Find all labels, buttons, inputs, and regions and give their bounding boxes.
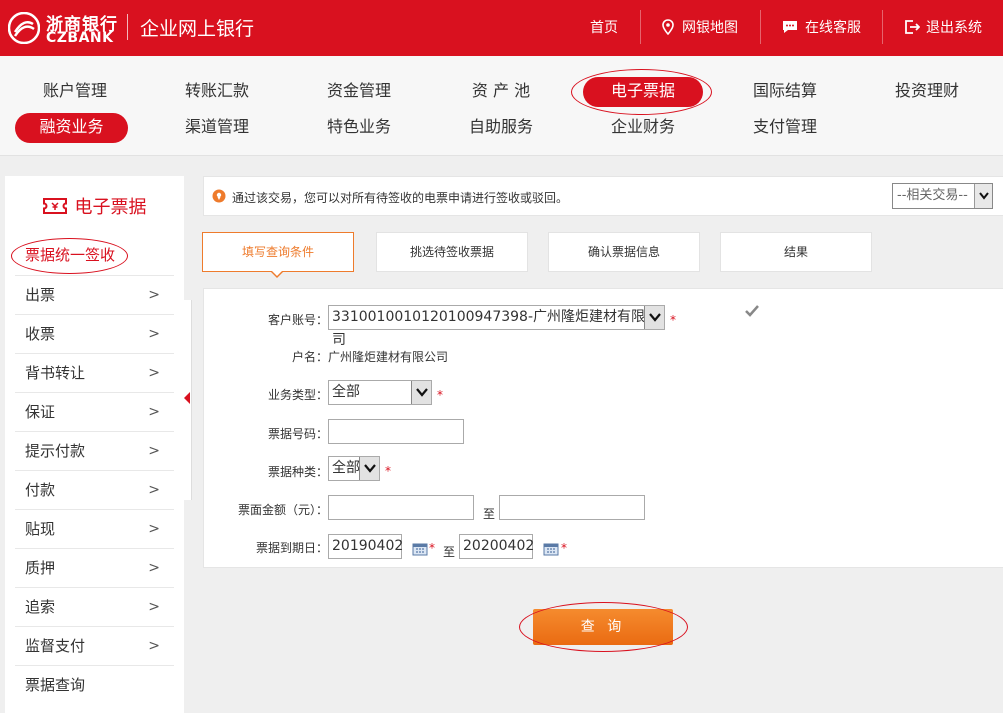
required-mark: *: [385, 464, 391, 478]
sidebar-item-pledge[interactable]: 质押 >: [15, 548, 174, 587]
due-date-label: 票据到期日：: [255, 541, 328, 555]
range-separator: 至: [483, 507, 496, 521]
chevron-down-icon: [359, 457, 379, 480]
bank-logo[interactable]: 浙商银行 CZBANK: [8, 8, 128, 48]
step-pointer-inner: [271, 270, 283, 276]
related-transactions-select[interactable]: --相关交易--: [892, 183, 993, 209]
sidebar-item-supervised-payment[interactable]: 监督支付 >: [15, 626, 174, 665]
collapse-arrow-icon[interactable]: [184, 392, 190, 404]
required-mark: *: [670, 313, 676, 327]
chevron-right-icon: >: [148, 482, 160, 498]
chevron-right-icon: >: [148, 560, 160, 576]
nav-account-management[interactable]: 账户管理: [15, 77, 135, 107]
chevron-right-icon: >: [148, 326, 160, 342]
nav-payment-management[interactable]: 支付管理: [725, 113, 845, 143]
top-separator: [640, 10, 641, 44]
sidebar-item-receive[interactable]: 收票 >: [15, 314, 174, 353]
sidebar-item-endorse[interactable]: 背书转让 >: [15, 353, 174, 392]
nav-transfer[interactable]: 转账汇款: [157, 77, 277, 107]
nav-asset-pool[interactable]: 资 产 池: [441, 77, 561, 107]
nav-international-settlement[interactable]: 国际结算: [725, 77, 845, 107]
nav-enterprise-finance[interactable]: 企业财务: [583, 113, 703, 143]
chevron-down-icon: [411, 381, 431, 404]
account-name-label: 户名：: [291, 350, 328, 364]
sidebar-item-recourse[interactable]: 追索 >: [15, 587, 174, 626]
czbank-logo-icon: [8, 12, 40, 44]
nav-fund-management[interactable]: 资金管理: [299, 77, 419, 107]
home-link[interactable]: 首页: [590, 17, 618, 37]
info-pin-icon: [212, 189, 226, 203]
nav-electronic-bill[interactable]: 电子票据: [583, 77, 703, 107]
required-mark: *: [561, 541, 567, 555]
logout-link[interactable]: 退出系统: [904, 17, 982, 37]
step-fill-query: 填写查询条件: [202, 232, 354, 272]
query-button[interactable]: 查 询: [533, 609, 673, 645]
required-mark: *: [437, 388, 443, 402]
location-pin-icon: [662, 19, 674, 35]
account-name-value: 广州隆炬建材有限公司: [328, 350, 449, 364]
logout-icon: [905, 20, 920, 34]
nav-special-business[interactable]: 特色业务: [299, 113, 419, 143]
header-bar: 浙商银行 CZBANK 企业网上银行 首页 网银地图 在线客服 退出系统: [0, 0, 1003, 56]
amount-label: 票面金额（元）：: [237, 503, 328, 517]
step-confirm-info: 确认票据信息: [548, 232, 700, 272]
chevron-right-icon: >: [148, 287, 160, 303]
nav-financing[interactable]: 融资业务: [15, 113, 128, 143]
bill-kind-select[interactable]: 全部: [328, 456, 380, 481]
range-separator: 至: [443, 545, 456, 559]
account-label: 客户账号：: [267, 313, 328, 327]
chevron-right-icon: >: [148, 443, 160, 459]
notice-text: 通过该交易，您可以对所有待签收的电票申请进行签收或驳回。: [232, 191, 569, 205]
sidebar-item-unified-sign[interactable]: 票据统一签收: [15, 236, 174, 275]
amount-from-input[interactable]: [328, 495, 474, 520]
checkmark-icon: [745, 305, 759, 317]
notice-bar: 通过该交易，您可以对所有待签收的电票申请进行签收或驳回。 --相关交易--: [203, 176, 1003, 216]
bill-number-input[interactable]: [328, 419, 464, 444]
nav-channel-management[interactable]: 渠道管理: [157, 113, 277, 143]
chevron-right-icon: >: [148, 521, 160, 537]
bill-number-label: 票据号码：: [267, 427, 328, 441]
sitemap-link[interactable]: 网银地图: [660, 17, 738, 37]
required-mark: *: [429, 541, 435, 555]
sidebar-item-issue[interactable]: 出票 >: [15, 275, 174, 314]
header-divider: [127, 14, 128, 40]
sidebar-item-guarantee[interactable]: 保证 >: [15, 392, 174, 431]
top-separator: [882, 10, 883, 44]
amount-to-input[interactable]: [499, 495, 645, 520]
chevron-right-icon: >: [148, 638, 160, 654]
business-type-label: 业务类型：: [267, 388, 328, 402]
nav-self-service[interactable]: 自助服务: [441, 113, 561, 143]
sidebar-item-payment[interactable]: 付款 >: [15, 470, 174, 509]
business-type-select[interactable]: 全部: [328, 380, 432, 405]
ticket-icon: [42, 198, 67, 214]
sidebar-item-bill-query[interactable]: 票据查询: [15, 665, 174, 704]
brand-name-en: CZBANK: [46, 30, 114, 46]
calendar-icon[interactable]: [412, 542, 428, 556]
account-select[interactable]: 3310010010120100947398-广州隆炬建材有限公司: [328, 305, 665, 348]
calendar-icon[interactable]: [543, 542, 559, 556]
sidebar-item-present-payment[interactable]: 提示付款 >: [15, 431, 174, 470]
sidebar-title: 电子票据: [74, 197, 147, 218]
top-separator: [760, 10, 761, 44]
chevron-right-icon: >: [148, 365, 160, 381]
step-select-bills: 挑选待签收票据: [376, 232, 528, 272]
app-title: 企业网上银行: [140, 18, 255, 40]
online-support-link[interactable]: 在线客服: [781, 17, 861, 37]
bill-kind-label: 票据种类：: [267, 465, 328, 479]
nav-investment[interactable]: 投资理财: [867, 77, 987, 107]
query-form: 客户账号： 3310010010120100947398-广州隆炬建材有限公司 …: [203, 288, 1003, 568]
sidebar-header: 电子票据: [5, 176, 184, 236]
chat-bubble-icon: [783, 21, 797, 33]
due-date-to-input[interactable]: 20200402: [459, 534, 534, 559]
step-result: 结果: [720, 232, 872, 272]
chevron-right-icon: >: [148, 599, 160, 615]
chevron-down-icon: [974, 184, 992, 208]
sidebar-item-discount[interactable]: 贴现 >: [15, 509, 174, 548]
chevron-right-icon: >: [148, 404, 160, 420]
due-date-from-input[interactable]: 20190402: [328, 534, 403, 559]
chevron-down-icon: [644, 306, 664, 329]
main-nav: 账户管理 转账汇款 资金管理 资 产 池 电子票据 国际结算 投资理财 融资业务…: [0, 56, 1003, 156]
sidebar: 电子票据 票据统一签收 出票 > 收票 > 背书转让 > 保证 > 提示付款 > 付款 > …: [5, 176, 184, 713]
